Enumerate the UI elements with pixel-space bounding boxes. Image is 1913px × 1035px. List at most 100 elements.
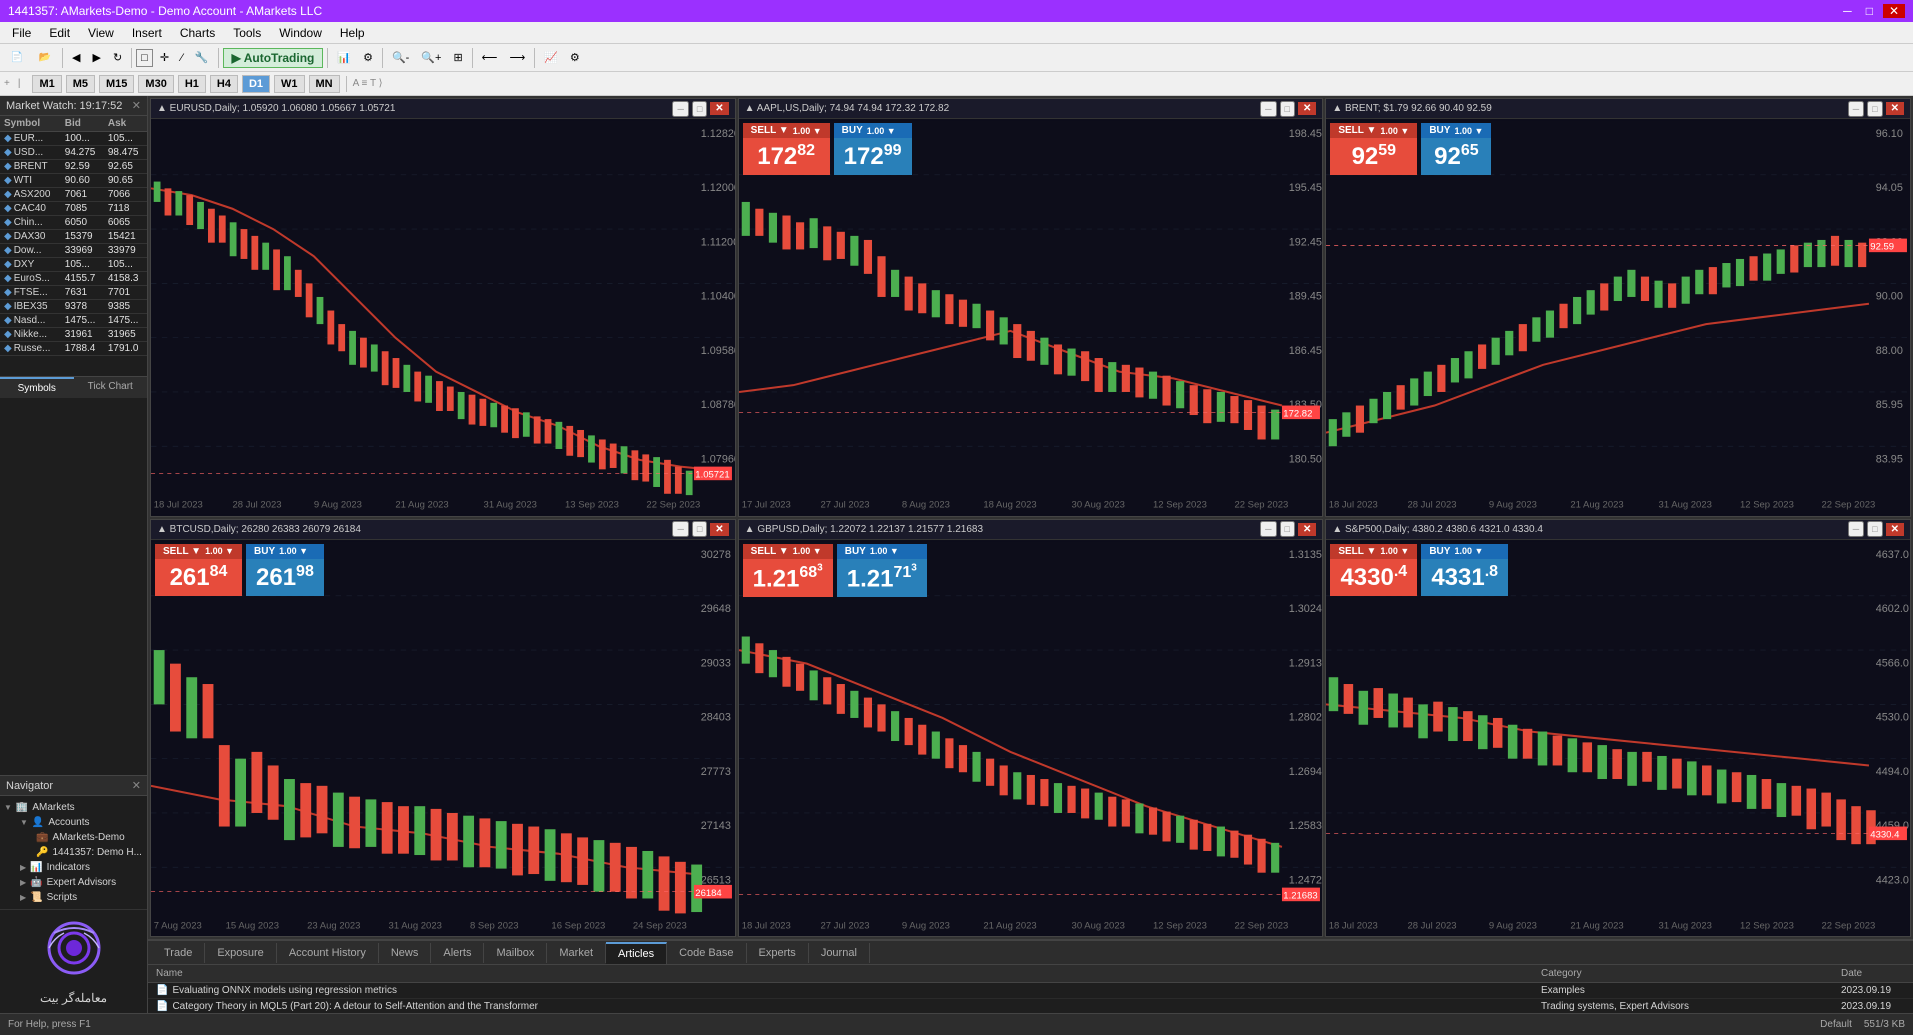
market-watch-row[interactable]: ◆DAX30 15379 15421 (0, 230, 147, 244)
brent-close[interactable]: ✕ (1886, 102, 1904, 115)
buy-sell-btn[interactable]: 📊 (332, 48, 356, 67)
nav-item-account-id[interactable]: 🔑 1441357: Demo H... (4, 845, 143, 860)
bottom-tab-account-history[interactable]: Account History (277, 943, 379, 963)
bottom-tab-codebase[interactable]: Code Base (667, 943, 746, 963)
aaplus-buy-btn[interactable]: BUY 1.00 ▼ (834, 123, 912, 138)
gbpusd-minimize[interactable]: ─ (1260, 521, 1276, 537)
bottom-tab-experts[interactable]: Experts (747, 943, 809, 963)
refresh-btn[interactable]: ↻ (108, 48, 127, 67)
sp500-minimize[interactable]: ─ (1848, 521, 1864, 537)
gbpusd-maximize[interactable]: □ (1280, 521, 1295, 537)
aaplus-minimize[interactable]: ─ (1260, 101, 1276, 117)
market-watch-row[interactable]: ◆Dow... 33969 33979 (0, 244, 147, 258)
brent-sell-btn[interactable]: SELL ▼ 1.00 ▼ (1330, 123, 1417, 138)
bottom-scroll[interactable]: Name Category Date 📄Evaluating ONNX mode… (148, 965, 1913, 1013)
forward-btn[interactable]: ▶ (87, 48, 105, 67)
nav-item-amarkets[interactable]: ▼ 🏢 AMarkets (4, 800, 143, 815)
menu-window[interactable]: Window (271, 24, 330, 42)
auto-trading-btn[interactable]: ▶ AutoTrading (223, 48, 324, 68)
brent-minimize[interactable]: ─ (1848, 101, 1864, 117)
indicator-btn[interactable]: 📈 (539, 48, 563, 67)
market-watch-scroll[interactable]: Symbol Bid Ask ◆EUR... 100... 105... ◆US… (0, 116, 147, 376)
market-watch-row[interactable]: ◆IBEX35 9378 9385 (0, 300, 147, 314)
scroll-right-btn[interactable]: ⟶ (504, 48, 530, 67)
bottom-tab-news[interactable]: News (379, 943, 432, 963)
gbpusd-buy-btn[interactable]: BUY 1.00 ▼ (837, 544, 927, 559)
bottom-tab-exposure[interactable]: Exposure (205, 943, 276, 963)
maximize-btn[interactable]: □ (1862, 4, 1877, 18)
aaplus-sell-btn[interactable]: SELL ▼ 1.00 ▼ (743, 123, 830, 138)
bottom-tab-trade[interactable]: Trade (152, 943, 205, 963)
chart-props-btn[interactable]: ⚙ (358, 48, 378, 67)
settings-btn[interactable]: ⚙ (565, 48, 585, 67)
nav-item-demo[interactable]: 💼 AMarkets-Demo (4, 830, 143, 845)
tf-m1[interactable]: M1 (32, 75, 61, 93)
menu-file[interactable]: File (4, 24, 39, 42)
mw-tab-tick[interactable]: Tick Chart (74, 377, 148, 398)
menu-view[interactable]: View (80, 24, 122, 42)
eurusd-maximize[interactable]: □ (692, 101, 707, 117)
brent-buy-btn[interactable]: BUY 1.00 ▼ (1421, 123, 1491, 138)
tf-m5[interactable]: M5 (66, 75, 95, 93)
tf-d1[interactable]: D1 (242, 75, 270, 93)
market-watch-row[interactable]: ◆Russe... 1788.4 1791.0 (0, 342, 147, 356)
tf-h4[interactable]: H4 (210, 75, 238, 93)
aaplus-close[interactable]: ✕ (1298, 102, 1316, 115)
bottom-tab-mailbox[interactable]: Mailbox (484, 943, 547, 963)
menu-charts[interactable]: Charts (172, 24, 223, 42)
tf-h1[interactable]: H1 (178, 75, 206, 93)
template-btn[interactable]: 🔧 (190, 48, 214, 67)
market-watch-row[interactable]: ◆Nikke... 31961 31965 (0, 328, 147, 342)
bottom-tab-alerts[interactable]: Alerts (431, 943, 484, 963)
navigator-close[interactable]: ✕ (132, 779, 141, 792)
zoom-out-btn[interactable]: 🔍- (387, 48, 414, 67)
menu-tools[interactable]: Tools (225, 24, 269, 42)
market-watch-row[interactable]: ◆EuroS... 4155.7 4158.3 (0, 272, 147, 286)
tf-m30[interactable]: M30 (138, 75, 173, 93)
market-watch-row[interactable]: ◆BRENT 92.59 92.65 (0, 160, 147, 174)
menu-insert[interactable]: Insert (124, 24, 170, 42)
sp500-sell-btn[interactable]: SELL ▼ 1.00 ▼ (1330, 544, 1417, 559)
bottom-tab-market[interactable]: Market (547, 943, 606, 963)
zoom-in2-btn[interactable]: 🔍+ (416, 48, 446, 67)
bottom-tab-journal[interactable]: Journal (809, 943, 870, 963)
btcusd-maximize[interactable]: □ (692, 521, 707, 537)
nav-item-experts[interactable]: ▶ 🤖 Expert Advisors (4, 875, 143, 890)
btcusd-minimize[interactable]: ─ (672, 521, 688, 537)
menu-edit[interactable]: Edit (41, 24, 78, 42)
market-watch-row[interactable]: ◆Chin... 6050 6065 (0, 216, 147, 230)
market-watch-row[interactable]: ◆DXY 105... 105... (0, 258, 147, 272)
bottom-tab-articles[interactable]: Articles (606, 942, 667, 964)
btcusd-buy-btn[interactable]: BUY 1.00 ▼ (246, 544, 324, 559)
brent-maximize[interactable]: □ (1867, 101, 1882, 117)
mw-tab-symbols[interactable]: Symbols (0, 377, 74, 398)
nav-item-indicators[interactable]: ▶ 📊 Indicators (4, 860, 143, 875)
zoom-in-btn[interactable]: □ (136, 49, 153, 67)
back-btn[interactable]: ◀ (67, 48, 85, 67)
tf-w1[interactable]: W1 (274, 75, 305, 93)
nav-item-scripts[interactable]: ▶ 📜 Scripts (4, 890, 143, 905)
tf-mn[interactable]: MN (309, 75, 340, 93)
sp500-buy-btn[interactable]: BUY 1.00 ▼ (1421, 544, 1508, 559)
crosshair-btn[interactable]: ✛ (155, 48, 174, 67)
gbpusd-close[interactable]: ✕ (1298, 523, 1316, 536)
close-btn[interactable]: ✕ (1883, 4, 1905, 18)
market-watch-row[interactable]: ◆EUR... 100... 105... (0, 132, 147, 146)
market-watch-row[interactable]: ◆ASX200 7061 7066 (0, 188, 147, 202)
menu-help[interactable]: Help (332, 24, 373, 42)
gbpusd-sell-btn[interactable]: SELL ▼ 1.00 ▼ (743, 544, 833, 559)
eurusd-minimize[interactable]: ─ (672, 101, 688, 117)
market-watch-row[interactable]: ◆WTI 90.60 90.65 (0, 174, 147, 188)
aaplus-maximize[interactable]: □ (1280, 101, 1295, 117)
fit-btn[interactable]: ⊞ (448, 48, 467, 67)
market-watch-row[interactable]: ◆FTSE... 7631 7701 (0, 286, 147, 300)
open-btn[interactable]: 📂 (32, 47, 58, 69)
article-row[interactable]: 📄Evaluating ONNX models using regression… (148, 983, 1913, 999)
sp500-maximize[interactable]: □ (1867, 521, 1882, 537)
line-btn[interactable]: ⁄ (176, 49, 188, 67)
tf-m15[interactable]: M15 (99, 75, 134, 93)
article-row[interactable]: 📄Category Theory in MQL5 (Part 20): A de… (148, 999, 1913, 1013)
market-watch-close[interactable]: ✕ (132, 99, 141, 112)
nav-item-accounts[interactable]: ▼ 👤 Accounts (4, 815, 143, 830)
btcusd-sell-btn[interactable]: SELL ▼ 1.00 ▼ (155, 544, 242, 559)
